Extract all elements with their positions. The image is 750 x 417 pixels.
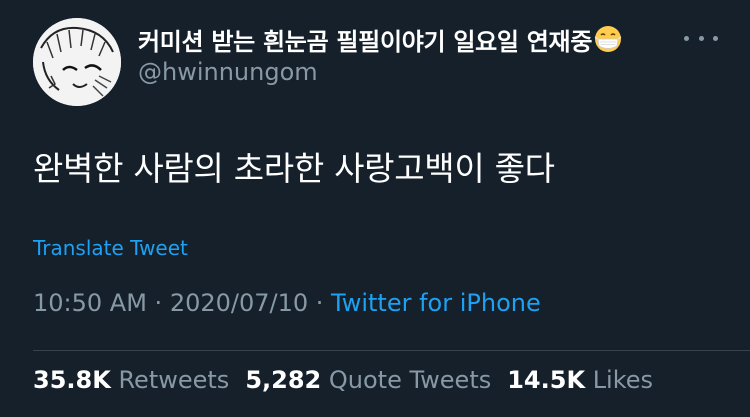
- likes-label: Likes: [592, 366, 654, 394]
- retweets-stat[interactable]: 35.8K Retweets: [33, 366, 229, 394]
- translate-tweet-link[interactable]: Translate Tweet: [33, 236, 188, 260]
- retweets-label: Retweets: [118, 366, 230, 394]
- likes-stat[interactable]: 14.5K Likes: [507, 366, 653, 394]
- user-handle[interactable]: @hwinnungom: [138, 58, 318, 86]
- quote-tweets-count: 5,282: [245, 366, 322, 394]
- meta-separator: ·: [308, 289, 332, 317]
- engagement-stats: 35.8K Retweets 5,282 Quote Tweets 14.5K …: [33, 366, 669, 394]
- more-dot: [713, 35, 718, 41]
- more-dot: [698, 35, 704, 41]
- tweet-date[interactable]: 2020/07/10: [170, 289, 308, 317]
- display-name-row[interactable]: 커미션 받는 흰눈곰 필필이야기 일요일 연재중: [138, 22, 622, 56]
- more-options-icon[interactable]: [684, 28, 718, 48]
- medical-mask-emoji-icon: [594, 25, 622, 53]
- tweet-text: 완벽한 사람의 초라한 사랑고백이 좋다: [33, 149, 555, 188]
- quote-tweets-stat[interactable]: 5,282 Quote Tweets: [245, 366, 491, 394]
- retweets-count: 35.8K: [33, 366, 111, 394]
- tweet-detail: 커미션 받는 흰눈곰 필필이야기 일요일 연재중 @hwinnungom 완벽한…: [0, 0, 750, 417]
- tweet-time[interactable]: 10:50 AM: [33, 289, 147, 317]
- quote-tweets-label: Quote Tweets: [328, 366, 492, 394]
- divider: [33, 350, 750, 351]
- display-name[interactable]: 커미션 받는 흰눈곰 필필이야기 일요일 연재중: [138, 22, 592, 57]
- avatar-illustration: [33, 18, 121, 106]
- meta-separator: ·: [146, 289, 170, 317]
- more-dot: [684, 35, 689, 41]
- likes-count: 14.5K: [507, 366, 586, 394]
- tweet-meta: 10:50 AM · 2020/07/10 · Twitter for iPho…: [33, 289, 541, 317]
- avatar[interactable]: [33, 18, 121, 106]
- tweet-source-link[interactable]: Twitter for iPhone: [331, 289, 541, 317]
